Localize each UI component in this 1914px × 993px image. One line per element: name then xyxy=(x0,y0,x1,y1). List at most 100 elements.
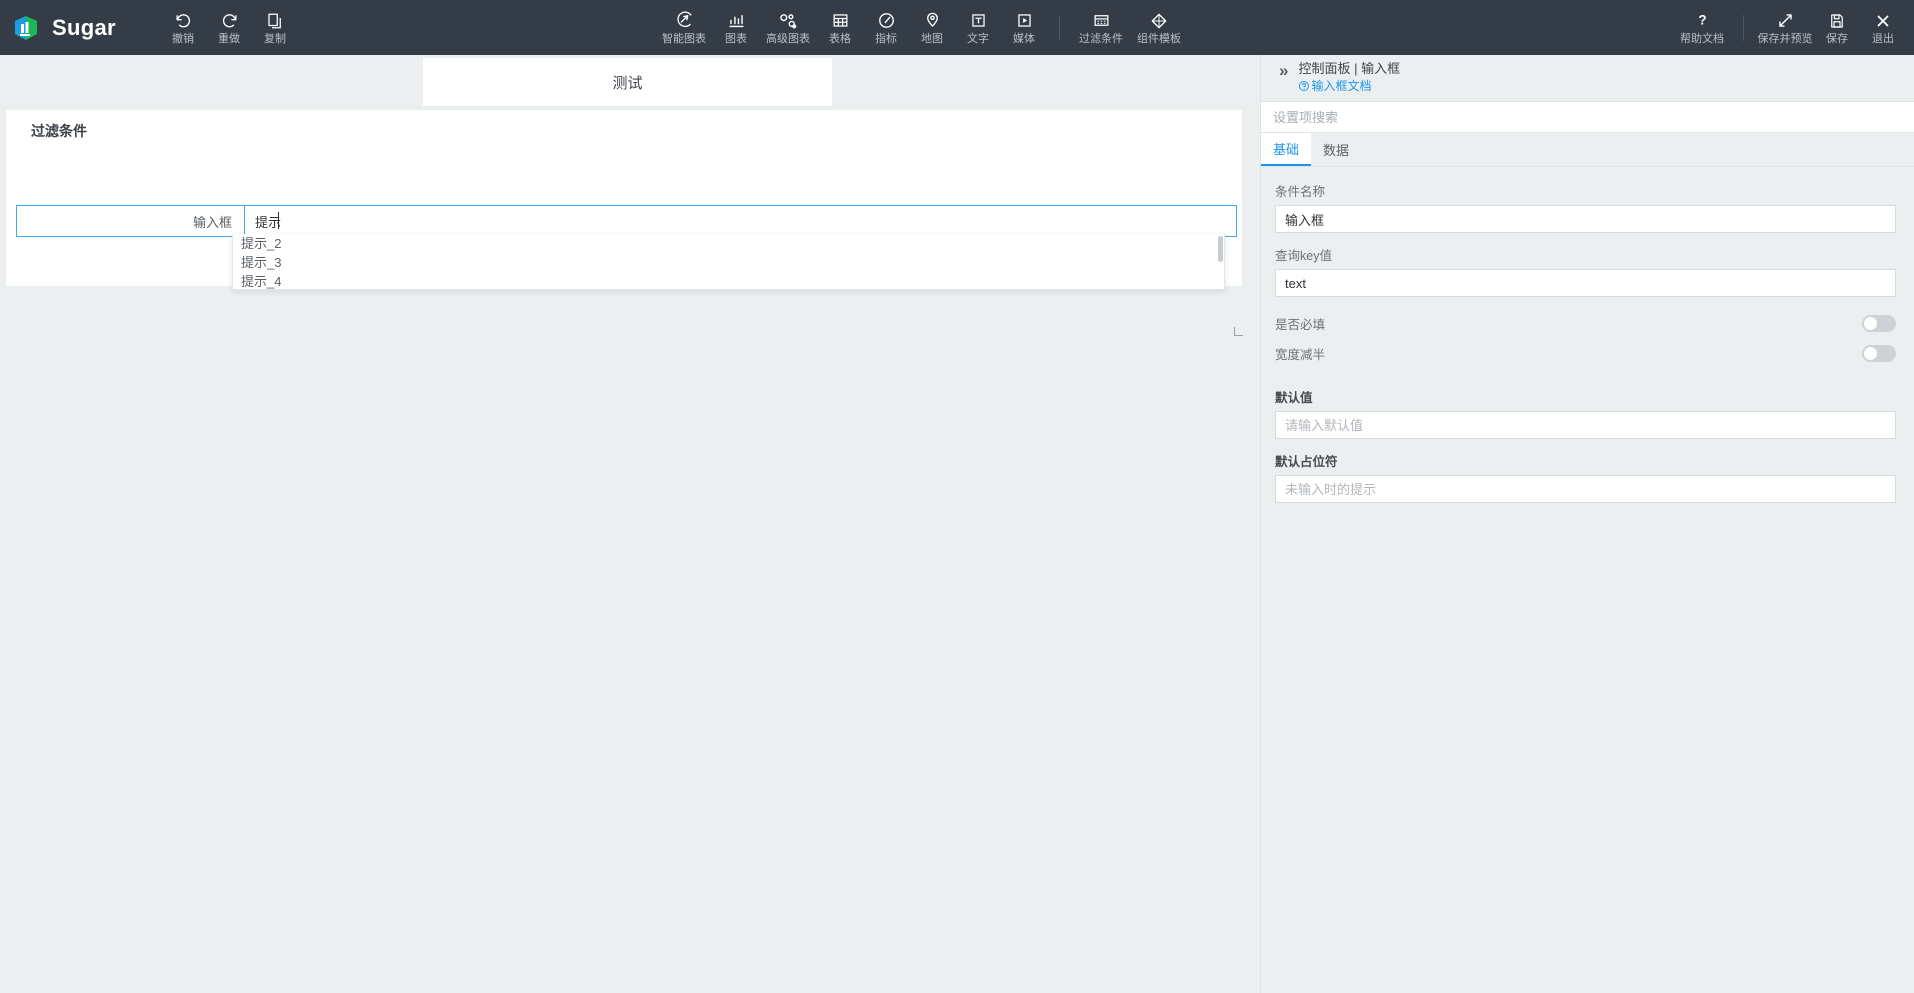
bar-chart-icon xyxy=(727,11,746,31)
half-width-toggle[interactable] xyxy=(1862,344,1896,362)
save-label: 保存 xyxy=(1826,32,1848,45)
top-toolbar: Sugar 撤销 重做 复制 智能图表 图表 高级图表 表格 指标 地图 文字 … xyxy=(0,0,1914,55)
help-circle-icon xyxy=(1299,81,1310,91)
help-doc-button[interactable]: ? 帮助文档 xyxy=(1673,0,1731,55)
redo-icon xyxy=(220,11,239,31)
settings-panel: » 控制面板 | 输入框 输入框文档 基础 数据 条件名称 查询key值 xyxy=(1260,55,1914,993)
settings-panel-header: » 控制面板 | 输入框 输入框文档 xyxy=(1261,55,1914,101)
copy-label: 复制 xyxy=(264,32,286,45)
half-width-toggle-row: 宽度减半 xyxy=(1275,339,1896,367)
map-label: 地图 xyxy=(921,32,943,45)
tab-data[interactable]: 数据 xyxy=(1311,133,1361,166)
media-label: 媒体 xyxy=(1013,32,1035,45)
advanced-chart-icon xyxy=(778,11,798,31)
settings-search-input[interactable] xyxy=(1273,109,1850,125)
settings-panel-titles: 控制面板 | 输入框 输入框文档 xyxy=(1298,61,1400,93)
dropdown-option[interactable]: 提示_2 xyxy=(233,234,1224,253)
filter-panel-icon xyxy=(1092,11,1111,31)
component-template-button[interactable]: 组件模板 xyxy=(1130,0,1188,55)
question-mark-icon: ? xyxy=(1693,11,1712,31)
history-tool-group: 撤销 重做 复制 xyxy=(160,0,298,55)
smart-chart-label: 智能图表 xyxy=(662,32,706,45)
media-play-icon xyxy=(1015,11,1034,31)
right-tool-group: ? 帮助文档 保存并预览 保存 退出 xyxy=(1673,0,1906,55)
toggle-knob xyxy=(1864,346,1877,360)
toggle-knob xyxy=(1864,316,1877,330)
gauge-icon xyxy=(877,11,896,31)
table-button[interactable]: 表格 xyxy=(817,0,863,55)
filter-text-input[interactable] xyxy=(244,205,1237,237)
required-label: 是否必填 xyxy=(1275,317,1326,332)
exit-button[interactable]: 退出 xyxy=(1860,0,1906,55)
query-key-field: 查询key值 xyxy=(1275,245,1896,297)
undo-label: 撤销 xyxy=(172,32,194,45)
exit-label: 退出 xyxy=(1872,32,1894,45)
component-template-icon xyxy=(1149,11,1169,31)
query-key-label: 查询key值 xyxy=(1275,249,1332,263)
chevron-double-right-icon[interactable]: » xyxy=(1279,61,1289,81)
widget-resize-handle[interactable] xyxy=(1234,327,1243,336)
filter-input-wrapper xyxy=(244,205,1237,237)
copy-icon xyxy=(266,11,284,31)
filter-condition-label: 过滤条件 xyxy=(1079,32,1123,45)
table-label: 表格 xyxy=(829,32,851,45)
redo-label: 重做 xyxy=(218,32,240,45)
default-value-label: 默认值 xyxy=(1275,391,1313,405)
smart-chart-button[interactable]: 智能图表 xyxy=(655,0,713,55)
save-preview-button[interactable]: 保存并预览 xyxy=(1756,0,1814,55)
metric-button[interactable]: 指标 xyxy=(863,0,909,55)
condition-name-input[interactable] xyxy=(1275,205,1896,233)
chart-button[interactable]: 图表 xyxy=(713,0,759,55)
chart-label: 图表 xyxy=(725,32,747,45)
toolbar-divider xyxy=(1059,14,1060,41)
dropdown-option[interactable]: 提示_3 xyxy=(233,253,1224,272)
insert-tool-group: 智能图表 图表 高级图表 表格 指标 地图 文字 媒体 过滤条件 组件模板 xyxy=(655,0,1188,55)
default-placeholder-label: 默认占位符 xyxy=(1275,455,1338,469)
settings-doc-link[interactable]: 输入框文档 xyxy=(1298,79,1400,93)
text-caret xyxy=(278,212,279,229)
query-key-input[interactable] xyxy=(1275,269,1896,297)
tab-basic[interactable]: 基础 xyxy=(1261,133,1311,166)
redo-button[interactable]: 重做 xyxy=(206,0,252,55)
brand-name: Sugar xyxy=(52,14,116,40)
required-toggle[interactable] xyxy=(1862,314,1896,332)
settings-tabs: 基础 数据 xyxy=(1261,133,1914,167)
smart-chart-icon xyxy=(675,11,694,31)
media-button[interactable]: 媒体 xyxy=(1001,0,1047,55)
condition-name-label: 条件名称 xyxy=(1275,185,1326,199)
dashboard-canvas[interactable]: 测试 过滤条件 输入框 提示_2 提示_3 提示_4 xyxy=(0,55,1260,993)
filter-suggestion-dropdown[interactable]: 提示_2 提示_3 提示_4 xyxy=(232,234,1225,290)
close-x-icon xyxy=(1874,11,1892,31)
map-button[interactable]: 地图 xyxy=(909,0,955,55)
text-button[interactable]: 文字 xyxy=(955,0,1001,55)
dropdown-option[interactable]: 提示_4 xyxy=(233,272,1224,289)
map-pin-icon xyxy=(923,11,942,31)
settings-search-bar[interactable] xyxy=(1261,101,1914,133)
filter-field-label: 输入框 xyxy=(192,214,232,230)
settings-panel-body: 条件名称 查询key值 是否必填 宽度减半 默认值 默认占位符 xyxy=(1261,167,1914,503)
table-icon xyxy=(831,11,850,31)
save-button[interactable]: 保存 xyxy=(1814,0,1860,55)
required-toggle-row: 是否必填 xyxy=(1275,309,1896,337)
undo-button[interactable]: 撤销 xyxy=(160,0,206,55)
default-placeholder-field: 默认占位符 xyxy=(1275,451,1896,503)
brand: Sugar xyxy=(0,14,140,42)
metric-label: 指标 xyxy=(875,32,897,45)
text-icon xyxy=(969,11,988,31)
filter-condition-button[interactable]: 过滤条件 xyxy=(1072,0,1130,55)
settings-doc-link-label: 输入框文档 xyxy=(1311,79,1372,93)
advanced-chart-label: 高级图表 xyxy=(766,32,810,45)
default-placeholder-input[interactable] xyxy=(1275,475,1896,503)
save-preview-label: 保存并预览 xyxy=(1757,32,1813,45)
right-toolbar-divider xyxy=(1743,14,1744,41)
filter-row[interactable]: 输入框 xyxy=(16,205,1237,237)
sugar-cube-logo-icon xyxy=(12,14,40,42)
half-width-label: 宽度减半 xyxy=(1275,347,1326,362)
title-widget[interactable]: 测试 xyxy=(423,58,832,106)
dropdown-scrollbar[interactable] xyxy=(1218,236,1223,262)
advanced-chart-button[interactable]: 高级图表 xyxy=(759,0,817,55)
default-value-input[interactable] xyxy=(1275,411,1896,439)
copy-button[interactable]: 复制 xyxy=(252,0,298,55)
settings-panel-title: 控制面板 | 输入框 xyxy=(1298,61,1401,76)
title-widget-text: 测试 xyxy=(612,74,643,92)
